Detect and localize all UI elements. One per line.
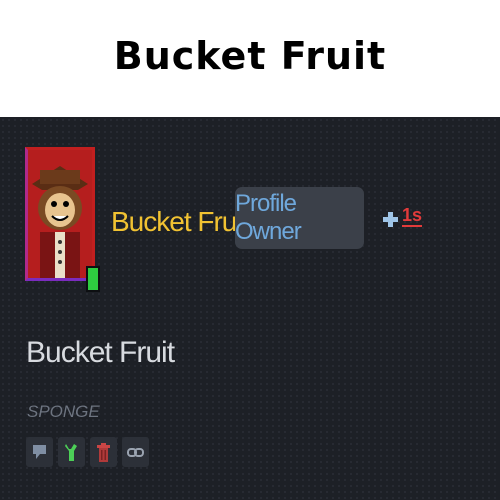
link-button[interactable] bbox=[122, 437, 149, 467]
profile-display-name: Bucket Fruit bbox=[26, 336, 175, 369]
timer-badge: 1s bbox=[402, 205, 423, 227]
message-icon bbox=[33, 444, 46, 459]
message-button[interactable] bbox=[26, 437, 53, 467]
link-icon bbox=[127, 447, 144, 457]
plus-icon[interactable] bbox=[383, 212, 398, 227]
wrench-icon bbox=[65, 443, 77, 461]
user-role: SPONGE bbox=[27, 402, 100, 421]
online-status-icon bbox=[86, 266, 100, 292]
caption-title: Bucket Fruit bbox=[113, 33, 387, 78]
username[interactable]: Bucket Fruit bbox=[111, 206, 249, 238]
caption-header: Bucket Fruit bbox=[0, 0, 500, 117]
trash-icon bbox=[97, 442, 110, 462]
profile-owner-label: Profile Owner bbox=[235, 190, 302, 245]
profile-owner-badge: Profile Owner bbox=[235, 187, 364, 249]
edit-button[interactable] bbox=[58, 437, 85, 467]
avatar[interactable] bbox=[25, 147, 95, 281]
delete-button[interactable] bbox=[90, 437, 117, 467]
avatar-image bbox=[28, 150, 92, 278]
profile-panel: Bucket Fruit Profile Owner 1s Bucket Fru… bbox=[0, 117, 500, 500]
